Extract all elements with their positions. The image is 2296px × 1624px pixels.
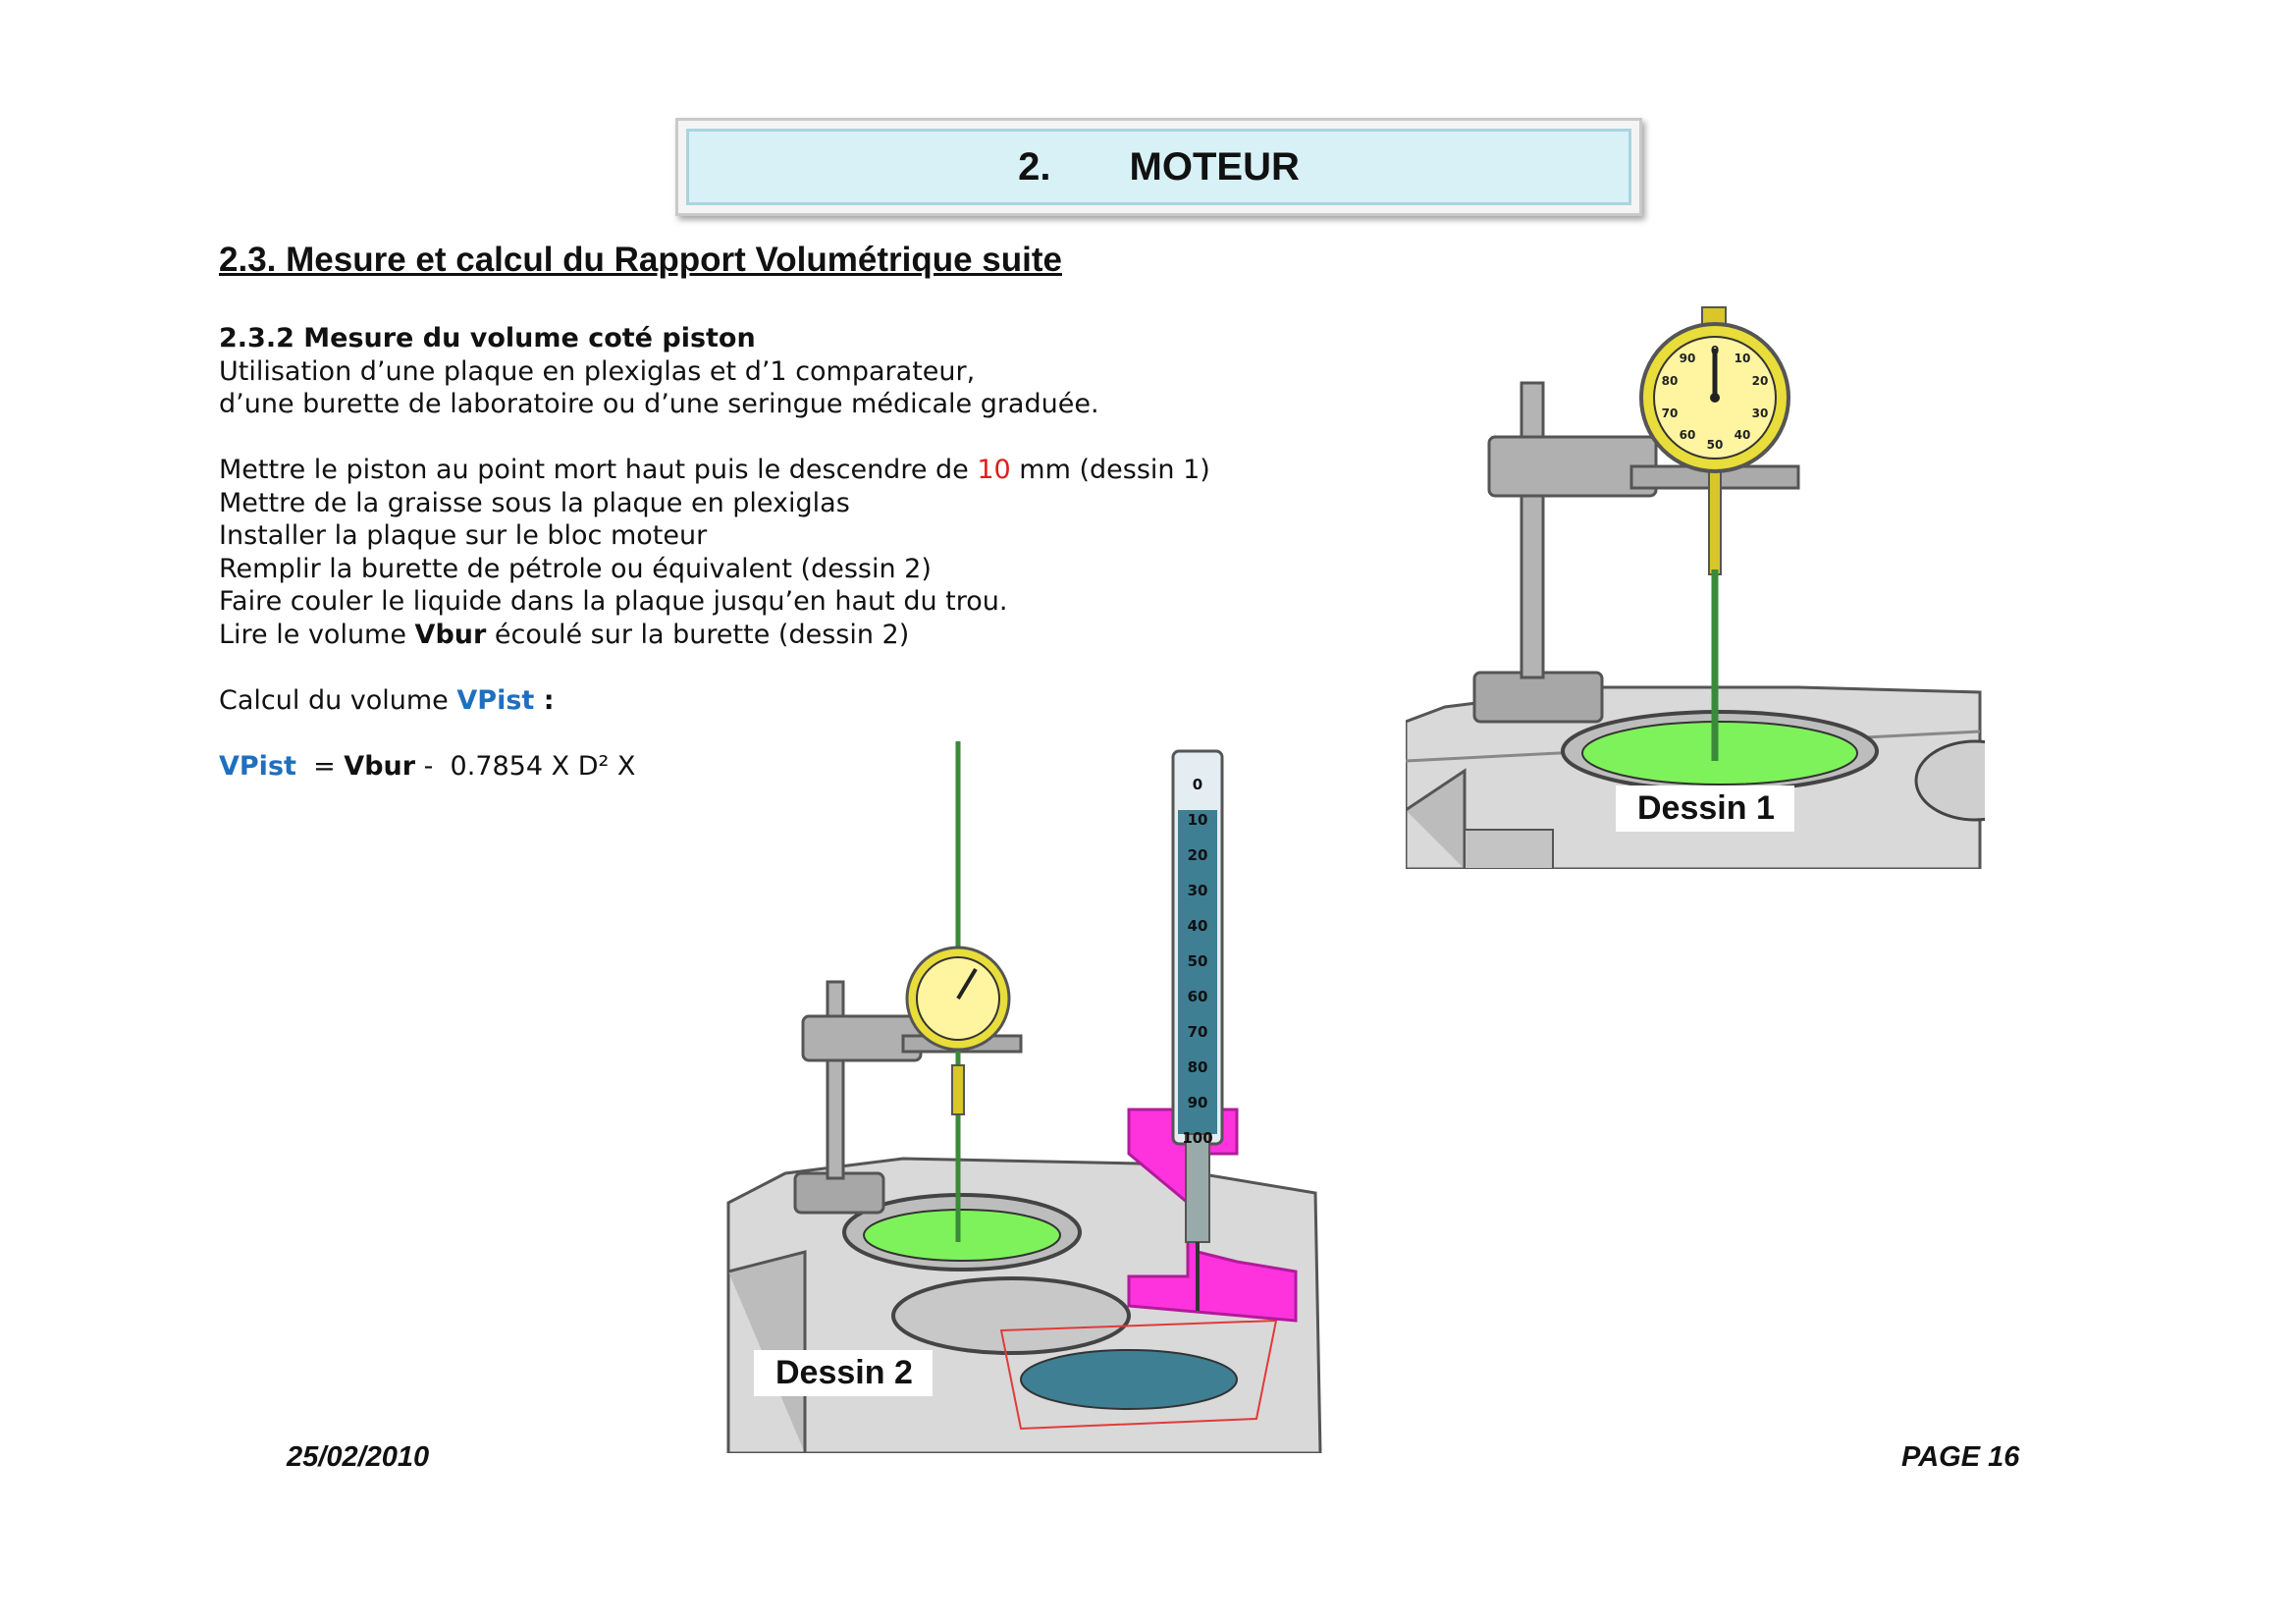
dial-tick-label: 60 (1680, 428, 1696, 442)
dial-tick-label: 20 (1752, 374, 1769, 388)
step-line: Faire couler le liquide dans la plaque j… (219, 586, 1008, 617)
intro-line: Utilisation d’une plaque en plexiglas et… (219, 355, 976, 387)
dial-tick-label: 80 (1662, 374, 1679, 388)
step-text: écoulé sur la burette (dessin 2) (486, 619, 910, 650)
section-title: 2.3. Mesure et calcul du Rapport Volumét… (219, 241, 1062, 279)
vbur-term: Vbur (414, 619, 487, 650)
chapter-title-box: 2. MOTEUR (675, 118, 1642, 216)
dial-tick-label: 0 (1711, 344, 1719, 357)
dessin1-label: Dessin 1 (1616, 785, 1794, 832)
dial-tick-label: 90 (1680, 352, 1696, 365)
plate-liquid (1020, 1349, 1238, 1410)
descent-value: 10 (977, 455, 1011, 485)
dessin2-illustration: 0 10 20 30 40 50 60 70 80 90 100 (726, 741, 1322, 1453)
burette-tick-label: 40 (1188, 917, 1208, 935)
burette-tick-label: 10 (1188, 811, 1208, 829)
dial-tick-label: 50 (1707, 438, 1724, 452)
vpist-term: VPist (456, 684, 535, 716)
formula-rest: - 0.7854 X D² X (415, 750, 636, 782)
formula-vbur: Vbur (344, 750, 416, 782)
body-text: 2.3.2 Mesure du volume coté piston Utili… (219, 322, 1377, 783)
dial-tick-label: 70 (1662, 406, 1679, 420)
step-line: Installer la plaque sur le bloc moteur (219, 520, 708, 551)
burette-tick-label: 70 (1188, 1023, 1208, 1041)
calc-label: Calcul du volume (219, 684, 457, 716)
burette-tick-label: 0 (1193, 776, 1202, 793)
step-text: mm (dessin 1) (1010, 455, 1210, 485)
calc-colon: : (534, 684, 555, 716)
footer-date: 25/02/2010 (287, 1441, 430, 1473)
formula-var: VPist (219, 750, 296, 782)
step-line: Mettre le piston au point mort haut puis… (219, 454, 1377, 487)
chapter-title: 2. MOTEUR (686, 129, 1631, 205)
dial-tick-label: 10 (1735, 352, 1751, 365)
step-text: Mettre le piston au point mort haut puis… (219, 455, 978, 485)
intro-line: d’une burette de laboratoire ou d’une se… (219, 389, 1099, 419)
calc-line: Calcul du volume VPist : (219, 684, 1377, 718)
step-text: Lire le volume (219, 619, 415, 650)
burette-tick-label: 30 (1188, 882, 1208, 899)
step-line: Remplir la burette de pétrole ou équival… (219, 553, 932, 584)
subsection-title: 2.3.2 Mesure du volume coté piston (219, 323, 756, 353)
formula-eq: = (295, 750, 345, 782)
footer-page-number: PAGE 16 (1901, 1441, 2020, 1473)
burette-tick-label: 90 (1188, 1094, 1208, 1111)
piston-fluid (1581, 721, 1858, 785)
burette-tick-label: 100 (1182, 1129, 1212, 1147)
burette-tick-label: 20 (1188, 846, 1208, 864)
burette-tick-label: 50 (1188, 952, 1208, 970)
chapter-number: 2. (1018, 144, 1051, 189)
piston-fluid (863, 1209, 1061, 1262)
dessin1-illustration: 0 10 20 30 40 50 60 70 80 90 (1406, 306, 1985, 869)
dial-tick-label: 40 (1735, 428, 1751, 442)
dessin2-label: Dessin 2 (754, 1350, 933, 1396)
chapter-name: MOTEUR (1129, 144, 1300, 189)
dial-tick-label: 30 (1752, 406, 1769, 420)
burette-tick-label: 60 (1188, 988, 1208, 1005)
step-line: Mettre de la graisse sous la plaque en p… (219, 487, 850, 518)
burette-tick-label: 80 (1188, 1058, 1208, 1076)
step-line: Lire le volume Vbur écoulé sur la burett… (219, 619, 1377, 652)
